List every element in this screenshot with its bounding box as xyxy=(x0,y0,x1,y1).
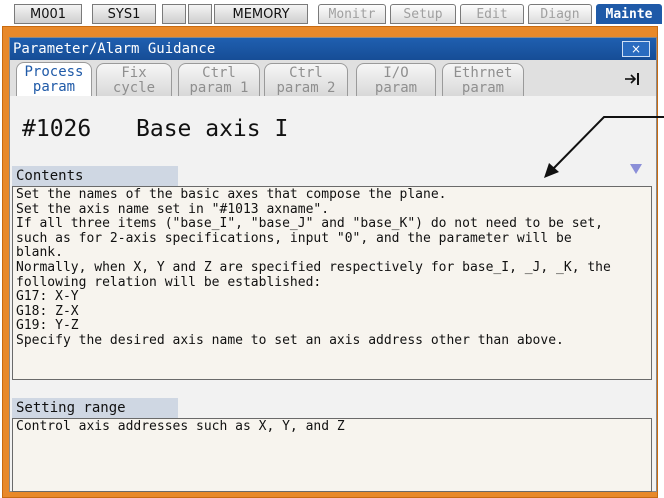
guidance-content: #1026 Base axis I Contents Set the names … xyxy=(10,96,656,492)
m001-indicator: M001 xyxy=(14,4,82,24)
tab-process-param[interactable]: Process param xyxy=(16,62,92,98)
parameter-number: #1026 xyxy=(22,116,92,142)
menu-edit[interactable]: Edit xyxy=(460,4,524,24)
sys1-indicator: SYS1 xyxy=(92,4,156,24)
memory-indicator: MEMORY xyxy=(214,4,308,24)
close-icon[interactable]: × xyxy=(622,41,650,57)
blank-indicator-2 xyxy=(188,4,212,24)
tab-label-line1: I/O xyxy=(383,65,409,81)
tab-ctrl-param-1[interactable]: Ctrl param 1 xyxy=(178,63,260,96)
tab-label-line1: Ethrnet xyxy=(453,65,513,81)
tab-label-line2: param xyxy=(461,80,505,96)
tab-label-line2: param xyxy=(374,80,418,96)
setting-range-text: Control axis addresses such as X, Y, and… xyxy=(12,418,652,492)
next-tab-arrow-icon[interactable] xyxy=(624,72,642,86)
menu-monitr[interactable]: Monitr xyxy=(318,4,386,24)
tab-label-line1: Process xyxy=(24,64,84,80)
tab-label-line2: param 2 xyxy=(276,80,336,96)
contents-header: Contents xyxy=(12,166,178,186)
menu-mainte[interactable]: Mainte xyxy=(596,4,662,24)
tab-label-line1: Fix xyxy=(121,65,147,81)
window-titlebar: Parameter/Alarm Guidance × xyxy=(10,38,656,60)
tab-bar: Process param Fix cycle Ctrl param 1 Ctr… xyxy=(10,60,656,98)
tab-label-line1: Ctrl xyxy=(202,65,236,81)
contents-text: Set the names of the basic axes that com… xyxy=(12,186,652,380)
tab-ctrl-param-2[interactable]: Ctrl param 2 xyxy=(264,63,348,96)
parameter-name: Base axis I xyxy=(136,116,289,142)
window-title: Parameter/Alarm Guidance xyxy=(13,41,216,57)
setting-range-header: Setting range xyxy=(12,398,178,418)
blank-indicator-1 xyxy=(162,4,186,24)
tab-io-param[interactable]: I/O param xyxy=(356,63,436,96)
parameter-heading: #1026 Base axis I xyxy=(22,116,288,142)
menu-diagn[interactable]: Diagn xyxy=(528,4,592,24)
scroll-down-icon[interactable] xyxy=(630,164,642,174)
tab-label-line2: param xyxy=(32,79,76,95)
guidance-window: Parameter/Alarm Guidance × Process param… xyxy=(9,37,657,492)
tab-fix-cycle[interactable]: Fix cycle xyxy=(96,63,172,96)
menu-setup[interactable]: Setup xyxy=(390,4,456,24)
tab-label-line1: Ctrl xyxy=(289,65,323,81)
tab-ethrnet-param[interactable]: Ethrnet param xyxy=(442,63,524,96)
tab-label-line2: cycle xyxy=(112,80,156,96)
tab-label-line2: param 1 xyxy=(189,80,249,96)
